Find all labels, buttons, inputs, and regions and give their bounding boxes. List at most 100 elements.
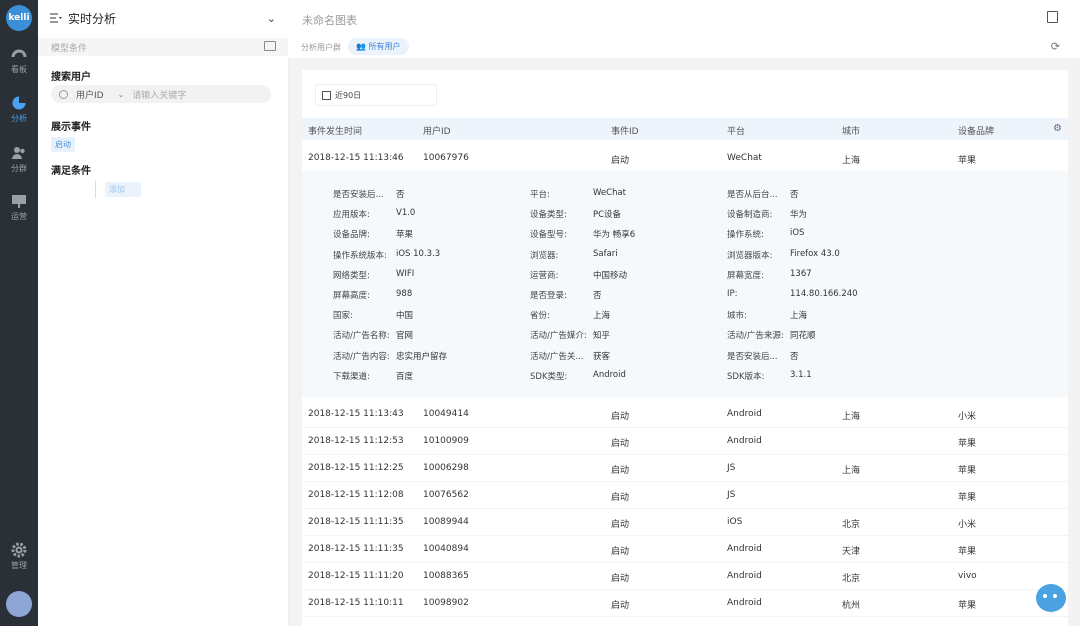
column-settings-icon[interactable]: ⚙ [1053, 123, 1062, 134]
save-icon[interactable] [1047, 11, 1058, 23]
user-id-cell: 10089944 [423, 517, 469, 527]
user-avatar[interactable] [6, 591, 32, 617]
table-row[interactable]: 2018-12-15 11:11:35 10040894 启动 Android 天津 苹果 [302, 535, 1068, 563]
detail-key: 浏览器: [530, 250, 559, 261]
table-row[interactable]: 2018-12-15 11:12:53 10100909 启动 Android 苹果 [302, 427, 1068, 455]
app-logo[interactable]: kelli [6, 5, 32, 31]
detail-value: 官网 [396, 331, 414, 342]
condition-divider [95, 180, 96, 198]
detail-key: 平台: [530, 190, 550, 200]
refresh-icon[interactable]: ⟳ [1051, 40, 1060, 53]
detail-key: 活动/广告内容: [333, 351, 390, 362]
event-id-cell: 启动 [611, 574, 630, 584]
event-time-cell: 2018-12-15 11:11:35 [308, 544, 404, 554]
show-events-heading: 展示事件 [51, 122, 91, 133]
detail-value: 华为 畅享6 [593, 230, 636, 241]
edit-icon[interactable] [264, 41, 276, 51]
platform-cell: Android [727, 598, 762, 608]
table-row[interactable]: 2018-12-15 11:10:11 10098902 启动 Android 杭州 苹果 [302, 589, 1068, 617]
detail-key: 是否从后台... [727, 190, 778, 200]
platform-cell: JS [727, 490, 736, 500]
table-row[interactable]: 2018-12-15 11:13:43 10049414 启动 Android 上海 小米 [302, 400, 1068, 428]
chevron-down-icon[interactable]: ⌄ [267, 12, 276, 25]
table-row[interactable]: 2018-12-15 11:11:35 10089944 启动 iOS 北京 小米 [302, 508, 1068, 536]
city-cell: 北京 [842, 574, 861, 584]
event-detail-panel: 是否安装后... 否平台: WeChat 是否从后台... 否应用版本: V1.0 设备类型… [302, 171, 1068, 397]
detail-key: 屏幕宽度: [727, 270, 764, 281]
device-brand-cell: 苹果 [958, 466, 977, 476]
nav-label: 管理 [11, 561, 27, 570]
user-id-cell: 10040894 [423, 544, 469, 554]
user-group-icon [12, 147, 25, 159]
detail-key: 操作系统: [727, 230, 764, 241]
detail-key: 活动/广告媒介: [530, 331, 587, 342]
detail-key: IP: [727, 289, 738, 299]
event-id-cell: 启动 [611, 466, 630, 476]
assistant-mascot-icon[interactable] [1036, 584, 1066, 612]
operation-icon [12, 195, 26, 208]
column-header[interactable]: 用户ID [423, 124, 451, 137]
nav-item-admin[interactable]: 管理 [0, 542, 38, 571]
nav-item-segments[interactable]: 分群 [0, 145, 38, 174]
add-condition-button[interactable]: 添加 [105, 182, 141, 197]
detail-key: 设备型号: [530, 230, 567, 241]
platform-cell: Android [727, 571, 762, 581]
user-icon: 👥 [356, 42, 366, 51]
detail-value: 114.80.166.240 [790, 289, 858, 299]
chart-name-input[interactable]: 未命名图表 [302, 12, 357, 28]
detail-value: Safari [593, 248, 618, 259]
table-row[interactable]: 2018-12-15 11:11:20 10088365 启动 Android 北京 vi… [302, 562, 1068, 590]
device-brand-cell: 小米 [958, 520, 977, 530]
event-time-cell: 2018-12-15 11:12:53 [308, 436, 404, 446]
user-group-tag-label: 所有用户 [368, 42, 401, 51]
column-header[interactable]: 事件发生时间 [308, 124, 362, 137]
detail-value: 百度 [396, 371, 414, 382]
event-time-cell: 2018-12-15 11:12:08 [308, 490, 404, 500]
event-time-cell: 2018-12-15 11:11:35 [308, 517, 404, 527]
detail-key: 浏览器版本: [727, 250, 773, 261]
detail-value: 知乎 [593, 331, 611, 342]
nav-item-analysis[interactable]: 分析 [0, 95, 38, 124]
detail-value: 同花顺 [790, 331, 816, 342]
user-group-label: 分析用户群 [301, 43, 341, 52]
search-field-select[interactable]: 用户ID [76, 88, 104, 101]
nav-item-dashboard[interactable]: 看板 [0, 46, 38, 75]
date-range-label: 近90日 [335, 90, 362, 100]
platform-cell: JS [727, 463, 736, 473]
event-tag[interactable]: 启动 [51, 137, 75, 152]
table-row[interactable]: 2018-12-15 11:12:25 10006298 启动 JS 上海 苹果 [302, 454, 1068, 482]
search-input[interactable]: 请输入关键字 [132, 88, 186, 101]
column-header[interactable]: 平台 [727, 124, 745, 137]
city-cell: 上海 [842, 412, 861, 422]
city-cell: 天津 [842, 547, 861, 557]
event-time-cell: 2018-12-15 11:13:43 [308, 409, 404, 419]
detail-value: 中国 [396, 311, 414, 322]
column-header[interactable]: 设备品牌 [958, 124, 994, 137]
column-header[interactable]: 城市 [842, 124, 860, 137]
event-id-cell: 启动 [611, 547, 630, 557]
column-header[interactable]: 事件ID [611, 124, 639, 137]
platform-cell: Android [727, 544, 762, 554]
table-header: 事件发生时间 用户ID 事件ID 平台 城市 设备品牌 ⚙ [302, 118, 1068, 140]
detail-key: 设备制造商: [727, 210, 773, 221]
table-row[interactable]: 2018-12-15 11:13:46 10067976 启动 WeChat 上海 苹果 [302, 144, 1068, 172]
results-card: 近90日 事件发生时间 用户ID 事件ID 平台 城市 设备品牌 ⚙ 2018-… [302, 70, 1068, 626]
detail-key: SDK类型: [530, 371, 568, 382]
user-group-tag[interactable]: 👥 所有用户 [348, 38, 409, 55]
model-condition-bar: 模型条件 [38, 38, 288, 56]
model-condition-label: 模型条件 [51, 44, 88, 54]
device-brand-cell: 苹果 [958, 547, 977, 557]
event-time-cell: 2018-12-15 11:13:46 [308, 153, 404, 163]
chevron-down-icon[interactable]: ⌄ [118, 90, 125, 99]
user-id-cell: 10100909 [423, 436, 469, 446]
detail-key: 是否安装后... [333, 190, 384, 200]
analysis-config-panel: 实时分析 ⌄ 模型条件 搜索用户 用户ID ⌄ 请输入关键字 展示事件 启动 满… [38, 0, 289, 626]
event-id-cell: 启动 [611, 520, 630, 530]
user-search-bar[interactable]: 用户ID ⌄ 请输入关键字 [51, 85, 271, 103]
detail-key: 活动/广告名称: [333, 331, 390, 342]
nav-label: 运营 [11, 212, 27, 221]
table-row[interactable]: 2018-12-15 11:12:08 10076562 启动 JS 苹果 [302, 481, 1068, 509]
nav-item-operations[interactable]: 运营 [0, 193, 38, 222]
detail-value: 苹果 [396, 230, 414, 241]
date-range-picker[interactable]: 近90日 [315, 84, 437, 106]
